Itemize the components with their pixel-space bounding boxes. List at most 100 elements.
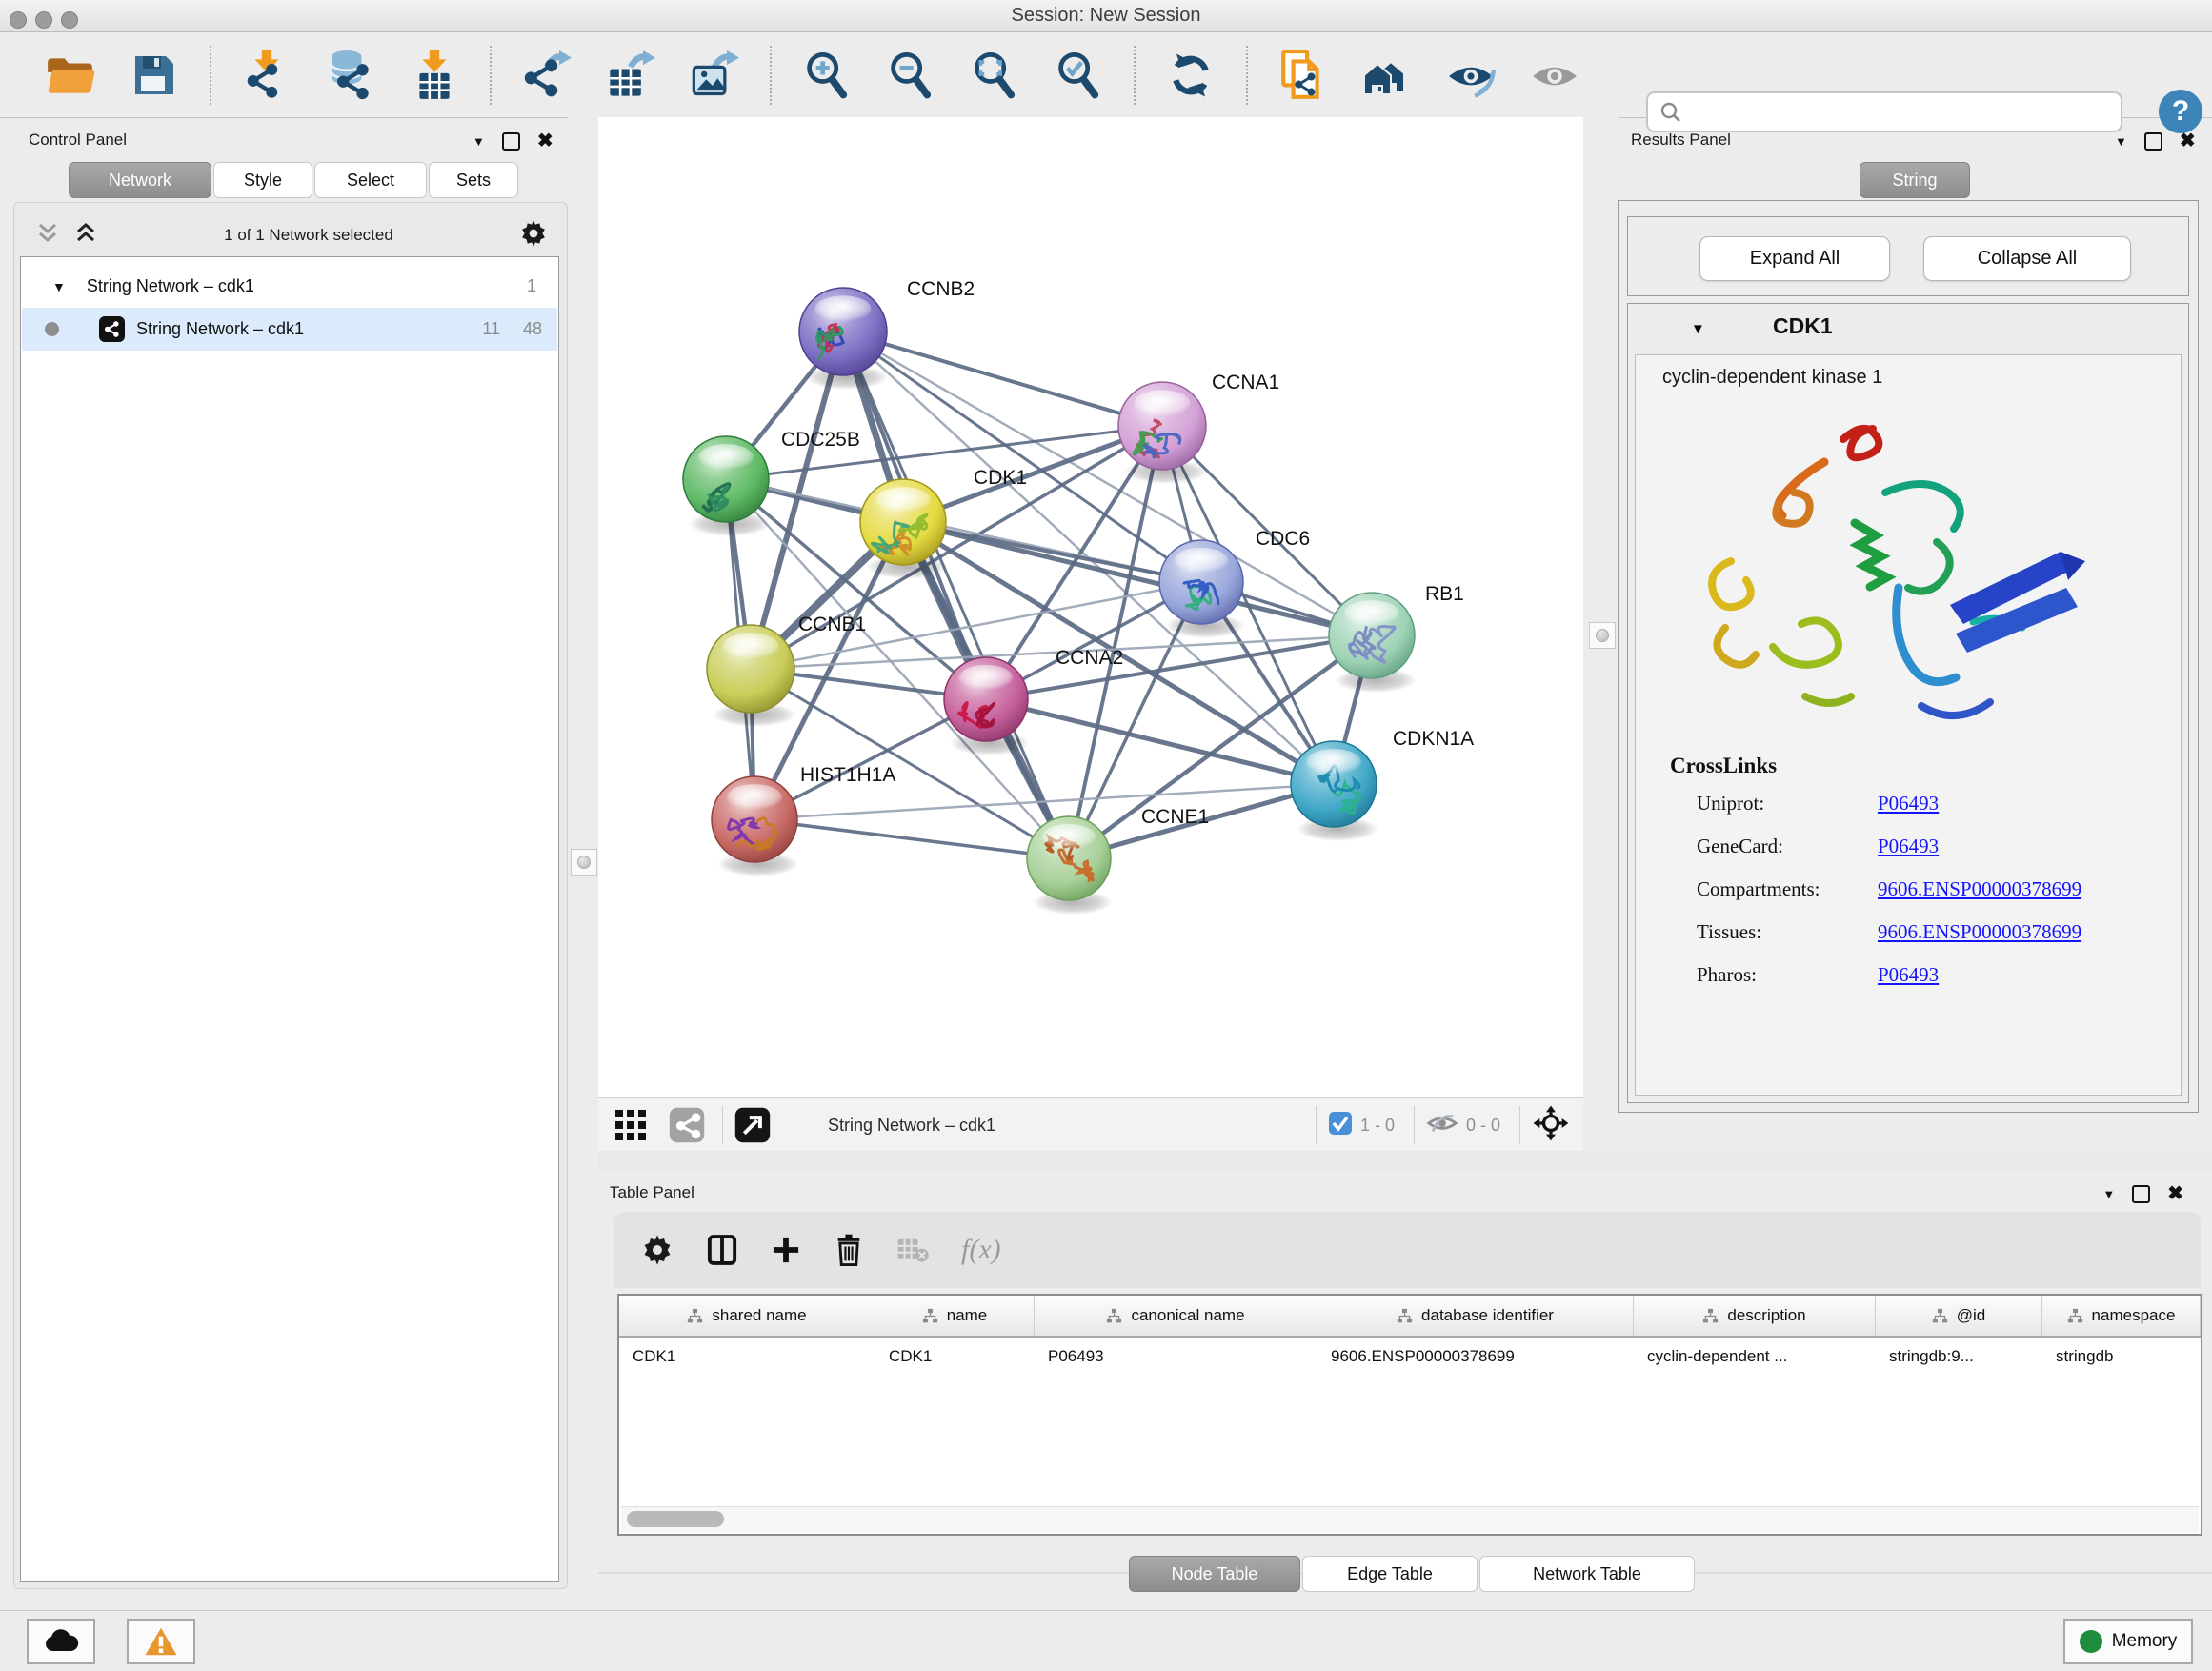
node-ccnb2[interactable] [799,288,887,375]
import-table-icon[interactable] [408,49,461,102]
node-cdk1[interactable] [860,479,946,565]
column-header-description[interactable]: description [1634,1296,1876,1336]
export-table-icon[interactable] [604,49,657,102]
tab-select[interactable]: Select [314,162,427,198]
node-ccna2[interactable] [944,657,1028,741]
cloud-button[interactable] [27,1619,95,1664]
hide-selection-icon[interactable] [1444,49,1498,102]
column-header-namespace[interactable]: namespace [2042,1296,2201,1336]
node-rb1[interactable] [1329,593,1415,678]
collapse-all-networks-icon[interactable] [35,221,60,251]
first-neighbors-icon[interactable] [1360,49,1414,102]
search-box[interactable] [1646,91,2122,132]
panel-menu-icon[interactable]: ▼ [2102,1187,2115,1201]
help-button[interactable]: ? [2159,90,2202,133]
panel-menu-icon[interactable]: ▼ [473,134,485,149]
expand-all-networks-icon[interactable] [73,221,98,251]
crosslink-link[interactable]: 9606.ENSP00000378699 [1878,920,2081,944]
network-current-dot-icon [45,322,59,336]
birdseye-view-icon[interactable] [734,1107,771,1143]
tab-node-table[interactable]: Node Table [1129,1556,1300,1592]
cell-shared-name[interactable]: CDK1 [619,1338,875,1376]
tab-string[interactable]: String [1860,162,1970,198]
selected-checkbox-icon[interactable] [1328,1111,1353,1140]
function-builder-icon[interactable]: f(x) [961,1234,1001,1266]
panel-menu-icon[interactable]: ▼ [2115,134,2127,149]
network-collection-row[interactable]: ▼ String Network – cdk1 1 [22,265,557,308]
zoom-fit-icon[interactable] [968,49,1021,102]
warnings-button[interactable] [127,1619,195,1664]
search-input[interactable] [1690,101,2121,123]
panel-float-icon[interactable] [2144,132,2162,151]
cell--id[interactable]: stringdb:9... [1876,1338,2042,1376]
table-horizontal-scrollbar[interactable] [621,1506,2199,1532]
open-session-icon[interactable] [44,49,97,102]
crosslink-link[interactable]: P06493 [1878,792,1939,815]
collection-expand-icon[interactable]: ▼ [52,279,66,294]
network-canvas[interactable]: CCNB2CCNA1CDC25BCDK1CDC6RB1CCNB1CCNA2CDK… [598,117,1583,1097]
tab-sets[interactable]: Sets [429,162,518,198]
show-all-icon[interactable] [1528,49,1581,102]
panel-close-icon[interactable]: ✖ [537,134,553,149]
node-cdc6[interactable] [1159,540,1243,624]
collapse-all-button[interactable]: Collapse All [1923,236,2131,281]
memory-button[interactable]: Memory [2063,1619,2193,1664]
tab-style[interactable]: Style [213,162,312,198]
grid-view-icon[interactable] [613,1108,648,1142]
tab-network[interactable]: Network [69,162,211,198]
cell-description[interactable]: cyclin-dependent ... [1634,1338,1876,1376]
panel-close-icon[interactable]: ✖ [2167,1187,2183,1201]
cell-database-identifier[interactable]: 9606.ENSP00000378699 [1317,1338,1634,1376]
import-network-icon[interactable] [240,49,293,102]
cell-namespace[interactable]: stringdb [2042,1338,2201,1376]
tab-edge-table[interactable]: Edge Table [1302,1556,1478,1592]
node-cdc25b[interactable] [683,436,769,522]
zoom-selected-icon[interactable] [1052,49,1105,102]
section-collapse-icon[interactable]: ▼ [1691,321,1705,337]
new-network-from-selection-icon[interactable] [1277,49,1330,102]
scrollbar-thumb[interactable] [627,1511,724,1527]
panel-close-icon[interactable]: ✖ [2180,134,2196,149]
crosslink-link[interactable]: P06493 [1878,835,1939,858]
tab-network-table[interactable]: Network Table [1479,1556,1695,1592]
column-header--id[interactable]: @id [1876,1296,2042,1336]
table-options-gear-icon[interactable] [641,1234,674,1266]
network-options-gear-icon[interactable] [519,219,548,252]
column-header-shared-name[interactable]: shared name [619,1296,875,1336]
hidden-eye-slash-icon[interactable] [1426,1109,1458,1142]
zoom-out-icon[interactable] [884,49,937,102]
export-image-icon[interactable] [688,49,741,102]
fit-selected-crosshair-icon[interactable] [1532,1104,1570,1147]
network-row[interactable]: String Network – cdk1 11 48 [22,308,557,351]
cell-canonical-name[interactable]: P06493 [1035,1338,1317,1376]
node-ccne1[interactable] [1027,816,1111,900]
add-column-icon[interactable] [771,1235,801,1265]
save-session-icon[interactable] [128,49,181,102]
import-network-database-icon[interactable] [324,49,377,102]
table-row[interactable]: CDK1CDK1P064939606.ENSP00000378699cyclin… [619,1338,2201,1376]
panel-float-icon[interactable] [2132,1185,2150,1203]
column-header-database-identifier[interactable]: database identifier [1317,1296,1634,1336]
cell-name[interactable]: CDK1 [875,1338,1035,1376]
delete-table-icon[interactable] [896,1237,929,1263]
delete-column-trash-icon[interactable] [834,1234,864,1266]
node-ccna1[interactable] [1118,382,1206,470]
selected-count: 1 - 0 [1360,1116,1395,1136]
left-splitter[interactable] [568,117,598,1099]
node-hist1h1a[interactable] [712,776,797,862]
panel-float-icon[interactable] [502,132,520,151]
column-header-name[interactable]: name [875,1296,1035,1336]
refresh-icon[interactable] [1164,49,1217,102]
horizontal-splitter[interactable] [598,1151,2212,1170]
column-header-canonical-name[interactable]: canonical name [1035,1296,1317,1336]
crosslink-link[interactable]: 9606.ENSP00000378699 [1878,877,2081,901]
show-columns-icon[interactable] [706,1234,738,1266]
expand-all-button[interactable]: Expand All [1699,236,1890,281]
node-cdkn1a[interactable] [1291,741,1377,827]
right-splitter[interactable] [1583,117,1619,1099]
export-network-icon[interactable] [520,49,573,102]
zoom-in-icon[interactable] [800,49,854,102]
network-view-icon[interactable] [669,1107,705,1143]
node-ccnb1[interactable] [707,625,794,713]
crosslink-link[interactable]: P06493 [1878,963,1939,987]
